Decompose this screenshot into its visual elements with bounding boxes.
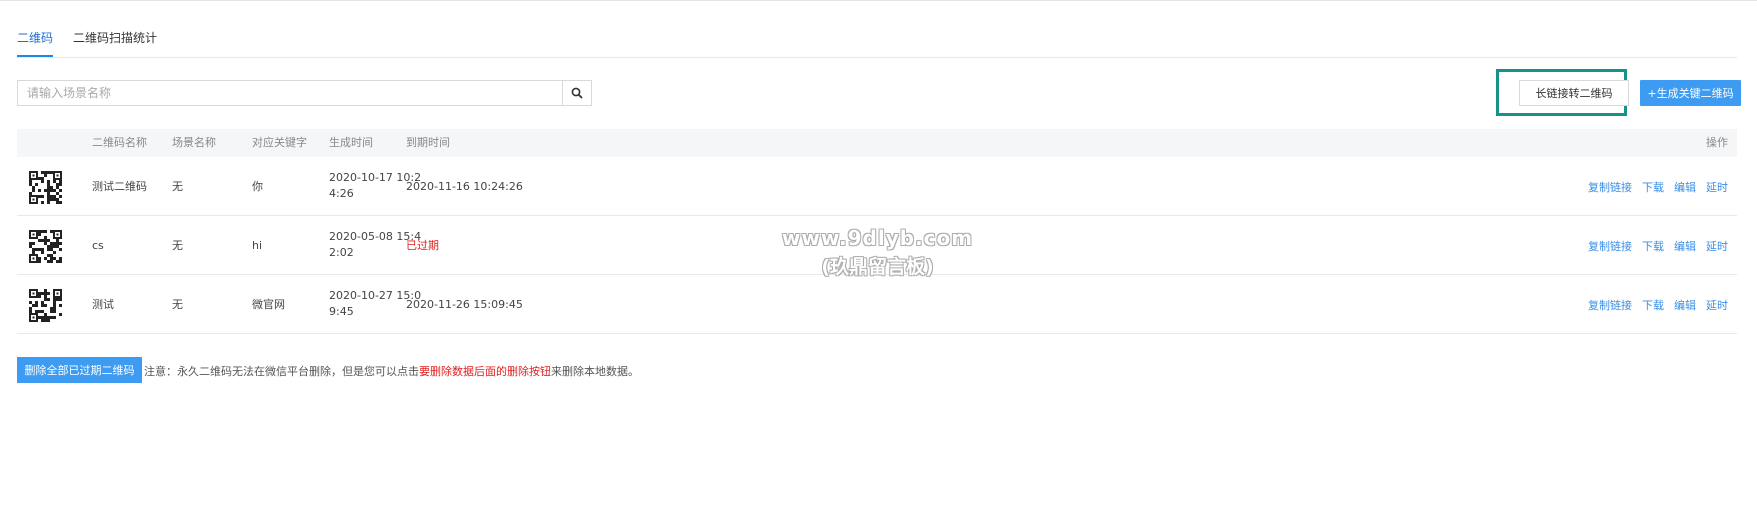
table-row: 测试 无 微官网 2020-10-27 15:0 9:45 2020-11-26…: [17, 275, 1737, 334]
header-qrcode-name: 二维码名称: [92, 136, 147, 149]
row-qrcode-name: cs: [92, 239, 104, 252]
extend-button[interactable]: 延时: [1706, 238, 1728, 254]
qr-code-icon[interactable]: [29, 171, 62, 204]
download-button[interactable]: 下载: [1642, 297, 1664, 313]
row-created-time-line2: 4:26: [329, 187, 354, 200]
row-scene-name: 无: [172, 180, 183, 193]
note-suffix: 来删除本地数据。: [551, 365, 639, 378]
edit-button[interactable]: 编辑: [1674, 238, 1696, 254]
row-created-time-line2: 2:02: [329, 246, 354, 259]
row-keyword: 微官网: [252, 298, 285, 311]
download-button[interactable]: 下载: [1642, 238, 1664, 254]
edit-button[interactable]: 编辑: [1674, 297, 1696, 313]
copy-link-button[interactable]: 复制链接: [1588, 297, 1632, 313]
qr-code-icon[interactable]: [29, 289, 62, 322]
row-expire-time: 2020-11-16 10:24:26: [406, 180, 523, 193]
search-button[interactable]: [562, 81, 591, 105]
row-qrcode-name: 测试: [92, 298, 114, 311]
tab-scan-stats[interactable]: 二维码扫描统计: [73, 30, 157, 46]
delete-expired-button[interactable]: 删除全部已过期二维码: [17, 357, 142, 383]
row-keyword: 你: [252, 180, 263, 193]
row-actions: 复制链接 下载 编辑 延时: [1588, 179, 1728, 195]
row-scene-name: 无: [172, 239, 183, 252]
longlink-to-qrcode-button[interactable]: 长链接转二维码: [1519, 80, 1629, 106]
tab-bar: 二维码 二维码扫描统计: [17, 0, 1737, 58]
create-keyword-qrcode-button[interactable]: +生成关键二维码: [1640, 80, 1741, 106]
header-expire-time: 到期时间: [406, 136, 450, 149]
row-actions: 复制链接 下载 编辑 延时: [1588, 238, 1728, 254]
row-expire-time: 2020-11-26 15:09:45: [406, 298, 523, 311]
header-actions: 操作: [1706, 136, 1728, 149]
search-bar: [17, 80, 592, 106]
tab-qrcode[interactable]: 二维码: [17, 30, 54, 57]
search-input[interactable]: [18, 81, 562, 105]
row-actions: 复制链接 下载 编辑 延时: [1588, 297, 1728, 313]
note-highlight: 要删除数据后面的删除按钮: [419, 365, 551, 378]
row-created-time-line2: 9:45: [329, 305, 354, 318]
row-keyword: hi: [252, 239, 263, 252]
copy-link-button[interactable]: 复制链接: [1588, 238, 1632, 254]
table-header: 二维码名称 场景名称 对应关键字 生成时间 到期时间 操作: [17, 129, 1737, 157]
footer-note: 注意：永久二维码无法在微信平台删除，但是您可以点击要删除数据后面的删除按钮来删除…: [144, 363, 639, 379]
header-created-time: 生成时间: [329, 136, 373, 149]
table-row: cs 无 hi 2020-05-08 15:4 2:02 已过期 复制链接 下载…: [17, 216, 1737, 275]
qr-code-icon[interactable]: [29, 230, 62, 263]
edit-button[interactable]: 编辑: [1674, 179, 1696, 195]
header-keyword: 对应关键字: [252, 136, 307, 149]
row-scene-name: 无: [172, 298, 183, 311]
extend-button[interactable]: 延时: [1706, 179, 1728, 195]
header-scene-name: 场景名称: [172, 136, 216, 149]
extend-button[interactable]: 延时: [1706, 297, 1728, 313]
qrcode-table: 二维码名称 场景名称 对应关键字 生成时间 到期时间 操作 测试二维码 无 你 …: [17, 129, 1737, 334]
row-expire-status: 已过期: [406, 239, 439, 252]
table-row: 测试二维码 无 你 2020-10-17 10:2 4:26 2020-11-1…: [17, 157, 1737, 216]
search-icon: [571, 87, 583, 99]
note-prefix: 注意：永久二维码无法在微信平台删除，但是您可以点击: [144, 365, 419, 378]
row-qrcode-name: 测试二维码: [92, 180, 147, 193]
download-button[interactable]: 下载: [1642, 179, 1664, 195]
copy-link-button[interactable]: 复制链接: [1588, 179, 1632, 195]
